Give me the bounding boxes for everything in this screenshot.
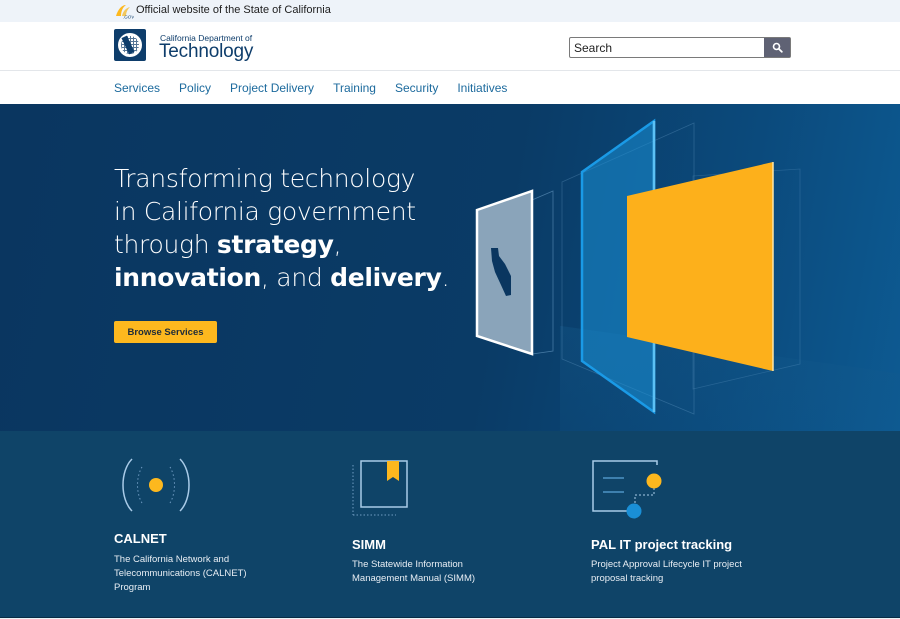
search-form [569,37,791,58]
nav-item-security[interactable]: Security [395,81,438,95]
hero-title: Transforming technology in California go… [114,162,454,294]
hero-title-line1: Transforming technology [114,164,416,193]
hero-title-innovation: innovation [114,263,262,292]
nav-item-policy[interactable]: Policy [179,81,211,95]
service-card-calnet[interactable]: CALNET The California Network and Teleco… [114,431,314,617]
svg-text:.GOV: .GOV [123,15,134,20]
gold-panel [627,162,773,371]
utility-bar: .GOV Official website of the State of Ca… [0,0,900,22]
browse-services-button[interactable]: Browse Services [114,321,217,343]
search-button[interactable] [764,38,790,57]
ca-gov-logo-icon[interactable]: .GOV [114,3,134,19]
service-description: The Statewide Information Management Man… [352,559,476,584]
site-header: California Department of Technology [0,22,900,71]
search-input[interactable] [570,38,764,57]
service-title[interactable]: SIMM [352,537,386,552]
nav-item-project-delivery[interactable]: Project Delivery [230,81,314,95]
layered-panels-illustration [475,118,801,415]
hero-title-strategy: strategy [216,230,334,259]
hero-banner: Transforming technology in California go… [0,104,900,431]
bookmark-manual-icon [352,460,408,516]
hero-title-through: through [114,230,217,259]
cdt-seal-icon[interactable] [114,29,146,61]
search-icon [772,42,783,53]
service-card-simm[interactable]: SIMM The Statewide Information Managemen… [352,431,552,617]
service-title[interactable]: PAL IT project tracking [591,537,732,552]
hero-title-period: . [441,263,450,292]
service-description: The California Network and Telecommunica… [114,554,247,593]
main-nav: Services Policy Project Delivery Trainin… [0,72,900,104]
hero-title-comma: , [333,230,342,259]
service-card-pal[interactable]: PAL IT project tracking Project Approval… [591,431,791,617]
featured-services: CALNET The California Network and Teleco… [0,431,900,617]
official-website-text: Official website of the State of Califor… [136,4,331,16]
nav-item-training[interactable]: Training [333,81,376,95]
hero-title-line2: in California government [114,197,416,226]
nav-item-services[interactable]: Services [114,81,160,95]
outline-panel-1 [531,190,554,355]
hero-title-and: , and [261,263,331,292]
project-tracking-icon [592,460,662,519]
department-name-line2[interactable]: Technology [159,41,253,63]
broadcast-signal-icon [122,458,190,512]
nav-item-initiatives[interactable]: Initiatives [457,81,507,95]
service-title[interactable]: CALNET [114,531,167,546]
hero-title-delivery: delivery [330,263,442,292]
service-description: Project Approval Lifecycle IT project pr… [591,559,742,584]
